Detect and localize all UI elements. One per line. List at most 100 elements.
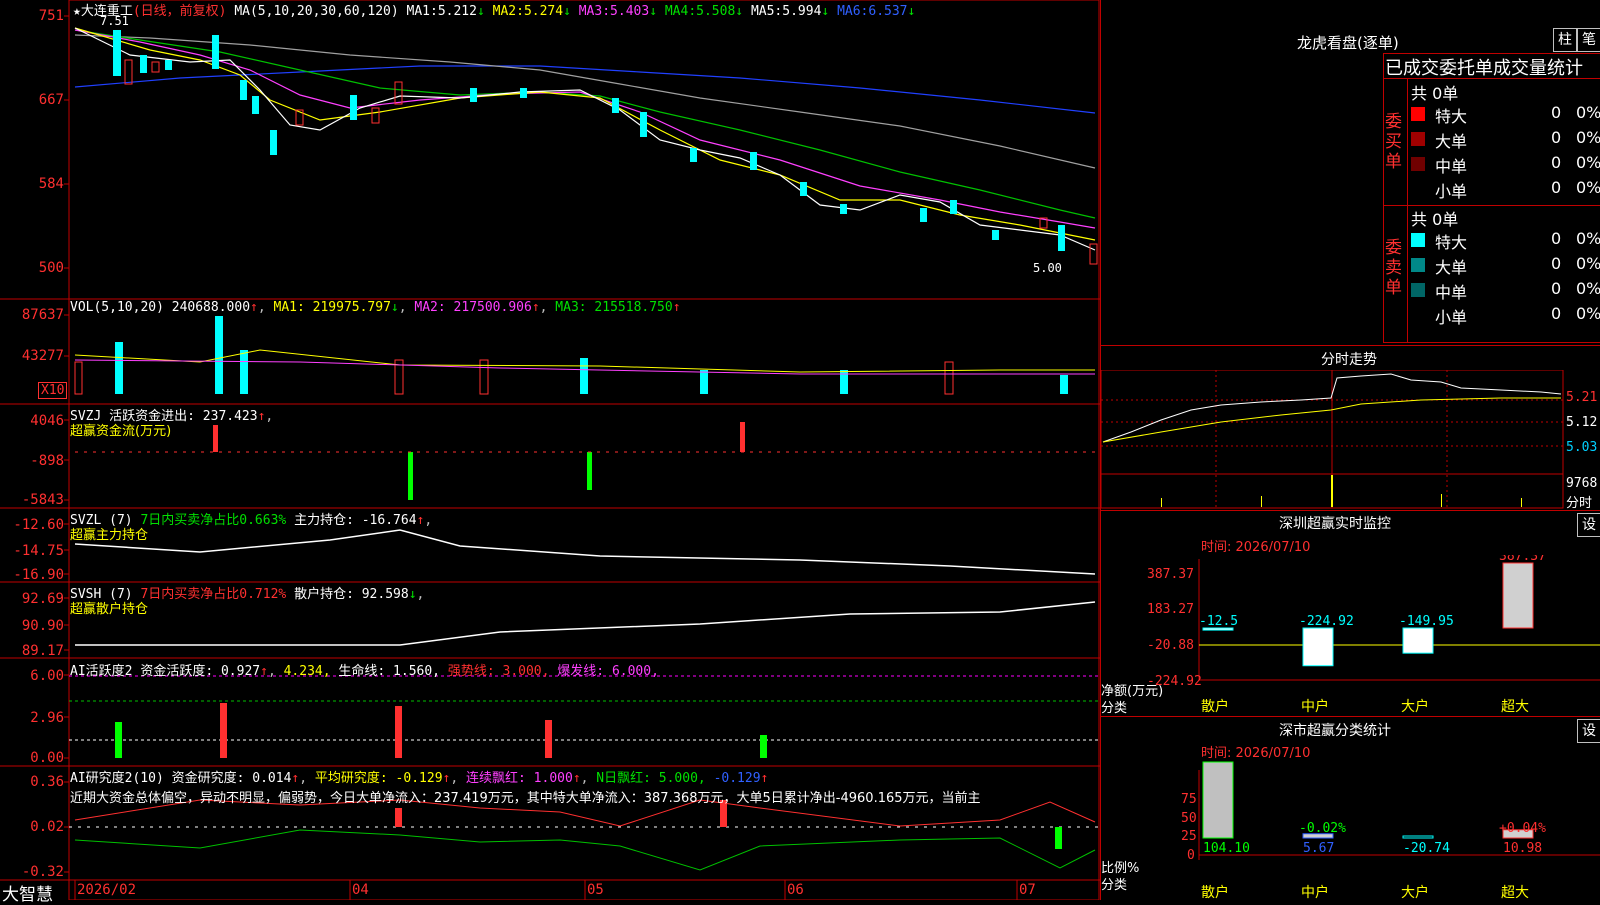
ma5-label: MA5: [750, 4, 783, 19]
order-row: 特大 0 0% [1411, 229, 1600, 252]
intraday-volume-label: 9768 [1566, 476, 1598, 491]
ai2-summary: 近期大资金总体偏空，异动不明显，偏弱势，今日大单净流入：237.419万元，其中… [70, 791, 981, 806]
stats-bars: 104.10 5.67 -20.74 10.98 -0.02% +0.04% [1202, 761, 1546, 856]
order-size-label: 特大 [1435, 107, 1468, 126]
intraday-volume-bars [1161, 475, 1522, 507]
order-row: 大单 0 0% [1411, 128, 1600, 151]
ai1-name: AI活跃度2 [70, 664, 133, 679]
order-percent: 0% [1576, 153, 1600, 172]
stats-category: 超大 [1501, 885, 1529, 901]
monitor-bar-label: -12.5 [1199, 614, 1238, 629]
buy-orders-label: 委买单 [1385, 112, 1402, 172]
monitor-bars: -12.5 -224.92 -149.95 387.37 [1199, 555, 1546, 667]
intraday-chart[interactable] [1101, 370, 1600, 510]
monitor-y-label: 387.37 [1147, 567, 1194, 582]
ma4-label: MA4: [664, 4, 697, 19]
order-row: 大单 0 0% [1411, 254, 1600, 277]
order-size-label: 小单 [1435, 308, 1468, 327]
order-percent: 0% [1576, 103, 1600, 122]
stats-bar-label: 10.98 [1503, 841, 1542, 856]
stats-category: 中户 [1301, 885, 1329, 901]
stats-y-label: 0 [1187, 848, 1195, 863]
intraday-title: 分时走势 [1321, 352, 1377, 368]
date-label: 06 [787, 882, 804, 898]
monitor-title: 深圳超赢实时监控 [1279, 516, 1391, 532]
order-count: 0 [1551, 304, 1562, 323]
stats-y-label: 25 [1181, 829, 1197, 844]
period-label: (日线，前复权) [132, 4, 227, 19]
price-y-label: 667 [38, 92, 64, 108]
svzl-y-label: -16.90 [13, 567, 64, 583]
order-count: 0 [1551, 229, 1562, 248]
stats-bar-label: -20.74 [1403, 841, 1450, 856]
sell-total: 共 0单 [1411, 210, 1459, 229]
ai-activity-bars [115, 703, 767, 758]
monitor-category: 超大 [1501, 699, 1529, 715]
stats-title: 深市超赢分类统计 [1279, 723, 1391, 739]
intraday-price-label: 5.12 [1566, 415, 1598, 430]
ma3-arrow: ↓ [649, 4, 658, 19]
order-percent: 0% [1576, 254, 1600, 273]
stats-chart: 104.10 5.67 -20.74 10.98 -0.02% +0.04% [1198, 761, 1600, 860]
low-marker: 5.00 [1033, 261, 1062, 275]
vol-ma2: MA2: 217500.906 [414, 300, 532, 315]
stats-y-label: 75 [1181, 792, 1197, 807]
stats-annotation: +0.04% [1499, 821, 1546, 836]
stats-annotation: -0.02% [1299, 821, 1346, 836]
order-count: 0 [1551, 103, 1562, 122]
stats-category: 散户 [1201, 885, 1229, 901]
svzj-bars [75, 422, 1095, 500]
monitor-bar-label: -224.92 [1299, 614, 1354, 629]
ma6-line [74, 65, 1096, 114]
stats-category-label: 分类 [1101, 878, 1128, 893]
ai2-avg: 平均研究度: -0.129 [314, 771, 443, 786]
stats-category: 大户 [1401, 885, 1429, 901]
ai2-value5: -0.129 [713, 771, 761, 786]
monitor-settings-button[interactable]: 设 [1577, 513, 1600, 537]
monitor-category: 大户 [1401, 699, 1429, 715]
ai1-value2: 4.234, [283, 664, 331, 679]
price-y-label: 584 [38, 176, 64, 192]
ai1-strongline: 强势线: 3.000, [447, 664, 550, 679]
monitor-category: 中户 [1301, 699, 1329, 715]
order-percent: 0% [1576, 279, 1600, 298]
stats-time: 时间: 2026/07/10 [1201, 746, 1311, 761]
ai1-burstline: 爆发线: 6.000, [557, 664, 659, 679]
order-table-title: 已成交委托单成交量统计 [1385, 58, 1583, 79]
bar-mode-button[interactable]: 柱 [1553, 28, 1577, 52]
stats-settings-button[interactable]: 设 [1577, 719, 1600, 743]
ai2-research: 资金研究度: 0.014 [171, 771, 292, 786]
monitor-time: 时间: 2026/07/10 [1201, 540, 1311, 555]
date-label: 2026/02 [77, 882, 137, 898]
order-color-swatch [1411, 283, 1425, 297]
brand-label[interactable]: 大智慧 [2, 880, 53, 905]
order-color-swatch [1411, 132, 1425, 146]
order-color-swatch [1411, 107, 1425, 121]
ai2-name: AI研究度2(10) [70, 771, 164, 786]
ma2-label: MA2: [492, 4, 524, 19]
monitor-bar-label: 387.37 [1499, 555, 1546, 564]
monitor-bar-label: -149.95 [1399, 614, 1454, 629]
monitor-y-label: 183.27 [1147, 602, 1194, 617]
ai1-y-label: 0.00 [30, 750, 64, 766]
monitor-category-label: 分类 [1101, 701, 1128, 716]
chart-area[interactable] [0, 0, 1100, 900]
svzj-y-label: 4046 [30, 413, 64, 429]
monitor-bar [1302, 627, 1334, 667]
ai1-activity: 资金活跃度: 0.927 [140, 664, 261, 679]
svzl-y-label: -12.60 [13, 517, 64, 533]
order-row: 中单 0 0% [1411, 279, 1600, 302]
order-count: 0 [1551, 128, 1562, 147]
order-size-label: 大单 [1435, 132, 1468, 151]
ma2-arrow: ↓ [563, 4, 571, 19]
svsh-subtitle: 超赢散户持仓 [70, 602, 149, 617]
tick-mode-button[interactable]: 笔 [1577, 28, 1600, 52]
ai2-consecutive: 连续飘红: 1.000 [466, 771, 573, 786]
order-percent: 0% [1576, 304, 1600, 323]
vol-ma3: MA3: 215518.750 [555, 300, 673, 315]
order-percent: 0% [1576, 128, 1600, 147]
ai1-y-label: 2.96 [30, 710, 64, 726]
ai2-header: AI研究度2(10) 资金研究度: 0.014↑, 平均研究度: -0.129↑… [70, 771, 769, 786]
vol-header: VOL(5,10,20) 240688.000↑, MA1: 219975.79… [70, 300, 681, 315]
ma1-arrow: ↓ [476, 4, 485, 19]
